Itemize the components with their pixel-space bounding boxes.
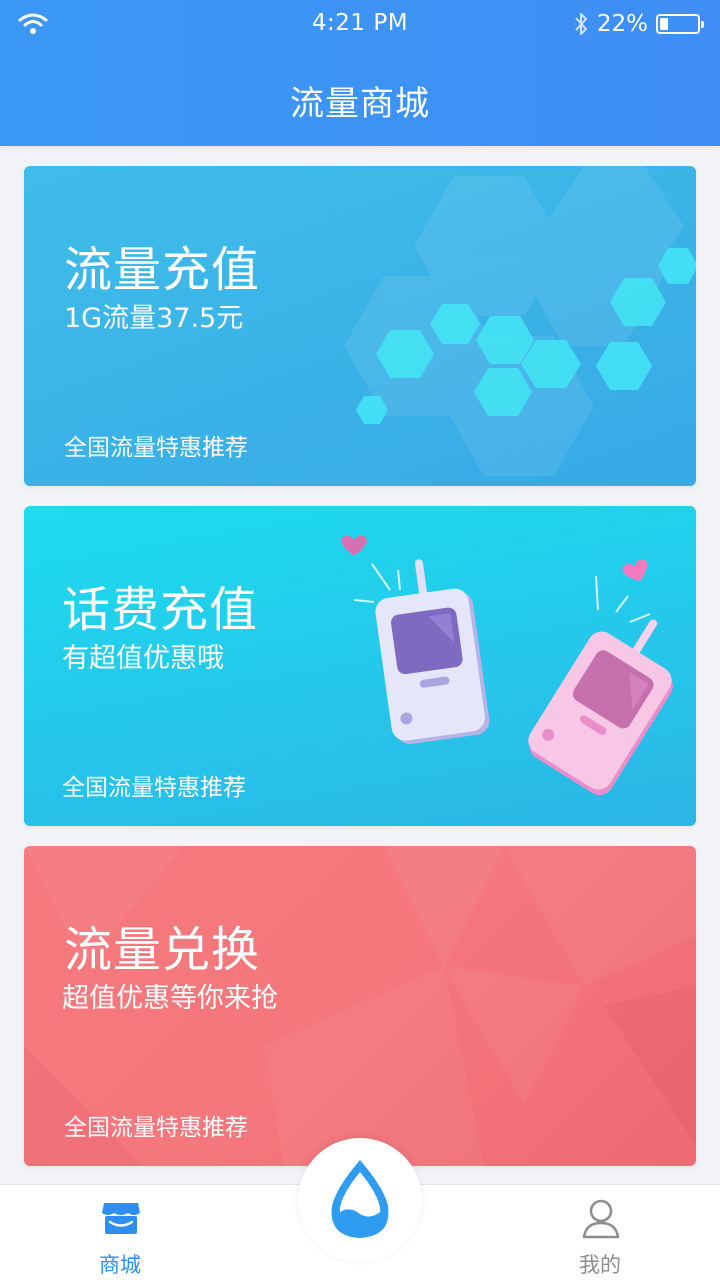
card-title: 话费充值 <box>62 582 259 638</box>
phone-recharge-card[interactable]: 话费充值 有超值优惠哦 全国流量特惠推荐 <box>24 506 696 826</box>
water-drop-icon <box>331 1160 389 1238</box>
data-exchange-card[interactable]: 流量兑换 超值优惠等你来抢 全国流量特惠推荐 <box>24 846 696 1166</box>
data-recharge-card[interactable]: 流量充值 1G流量37.5元 全国流量特惠推荐 <box>24 166 696 486</box>
center-action-button[interactable] <box>298 1138 422 1262</box>
tab-label: 商城 <box>99 1253 141 1277</box>
card-subtitle: 1G流量37.5元 <box>64 303 244 334</box>
tab-label: 我的 <box>579 1253 621 1277</box>
battery-fill <box>660 18 668 30</box>
card-footer: 全国流量特惠推荐 <box>62 775 246 801</box>
card-title: 流量充值 <box>64 242 261 298</box>
page-title: 流量商城 <box>290 84 430 124</box>
card-footer: 全国流量特惠推荐 <box>64 1115 248 1141</box>
card-footer: 全国流量特惠推荐 <box>64 435 248 461</box>
battery-percent: 22% <box>596 11 648 37</box>
battery-icon <box>656 14 704 34</box>
card-subtitle: 有超值优惠哦 <box>62 643 224 674</box>
store-icon <box>102 1203 140 1234</box>
status-right: 22% <box>573 9 704 39</box>
app-header: 4:21 PM 22% 流量商城 <box>0 0 720 146</box>
bluetooth-icon <box>575 13 587 35</box>
card-subtitle: 超值优惠等你来抢 <box>62 983 278 1014</box>
tab-mine[interactable]: 我的 <box>540 1185 660 1280</box>
tab-store[interactable]: 商城 <box>60 1185 180 1280</box>
person-icon <box>582 1199 620 1239</box>
status-bar: 4:21 PM 22% <box>0 0 720 50</box>
card-title: 流量兑换 <box>64 922 261 978</box>
